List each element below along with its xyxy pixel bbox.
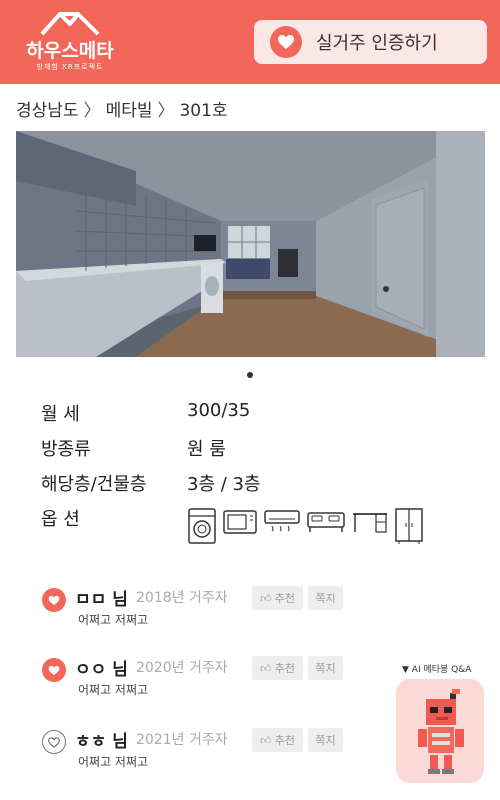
heart-icon[interactable] [42, 588, 66, 612]
message-button[interactable]: 쪽지 [308, 728, 343, 752]
heart-icon [270, 26, 302, 58]
wardrobe-icon [395, 508, 423, 544]
detail-value-rent: 300/35 [187, 400, 251, 421]
breadcrumb-separator: 〉 [83, 101, 101, 121]
recommend-button[interactable]: 👍︎ 추천 [252, 656, 303, 680]
thumbs-up-icon: 👍︎ [260, 661, 272, 675]
carousel-indicator-dot[interactable] [247, 372, 253, 378]
detail-key-floor: 해당층/건물층 [41, 474, 147, 495]
thumbs-up-icon: 👍︎ [260, 591, 272, 605]
microwave-icon [223, 510, 257, 534]
recommend-label: 추천 [274, 662, 295, 675]
logo-subtitle: 방체험 XR프로젝트 [36, 63, 104, 71]
desk-icon [353, 513, 387, 533]
roof-logo-icon [40, 12, 100, 36]
app-header: 하우스메타 방체험 XR프로젝트 실거주 인증하기 [0, 0, 500, 84]
option-icons [188, 508, 423, 544]
breadcrumb-region[interactable]: 경상남도 [16, 101, 79, 121]
review-text: 어쩌고 저쩌고 [78, 755, 149, 769]
message-button[interactable]: 쪽지 [308, 656, 343, 680]
review-item: ㅇㅇ 님 2020년 거주자 👍︎ 추천 쪽지 어쩌고 저쩌고 [42, 655, 362, 705]
review-text: 어쩌고 저쩌고 [78, 613, 149, 627]
robot-mascot-icon [418, 689, 464, 774]
reviewer-residence-year: 2020년 거주자 [136, 660, 228, 676]
thumbs-up-icon: 👍︎ [260, 733, 272, 747]
app-logo[interactable]: 하우스메타 방체험 XR프로젝트 [14, 10, 126, 74]
logo-title: 하우스메타 [26, 40, 114, 62]
review-text: 어쩌고 저쩌고 [78, 683, 149, 697]
breadcrumb-unit: 301호 [179, 101, 228, 121]
ai-helper-button[interactable] [396, 679, 484, 783]
recommend-label: 추천 [274, 734, 295, 747]
verify-residence-label: 실거주 인증하기 [316, 33, 438, 54]
reviewer-residence-year: 2018년 거주자 [136, 590, 228, 606]
detail-value-floor: 3층 / 3층 [187, 474, 261, 495]
room-image-carousel[interactable] [16, 131, 485, 357]
detail-key-rent: 월 세 [41, 404, 80, 425]
reviewer-name: ㅁㅁ 님 [75, 590, 128, 610]
ai-helper-label: ▼ AI 메타봉 Q&A [402, 665, 472, 675]
heart-icon[interactable] [42, 658, 66, 682]
review-item: ㅁㅁ 님 2018년 거주자 👍︎ 추천 쪽지 어쩌고 저쩌고 [42, 585, 362, 635]
recommend-button[interactable]: 👍︎ 추천 [252, 728, 303, 752]
room-3d-view [16, 131, 485, 357]
detail-key-room-type: 방종류 [41, 439, 91, 460]
reviewer-residence-year: 2021년 거주자 [136, 732, 228, 748]
message-button[interactable]: 쪽지 [308, 586, 343, 610]
air-conditioner-icon [264, 510, 300, 532]
reviewer-name: ㅎㅎ 님 [75, 732, 128, 752]
heart-outline-icon[interactable] [42, 730, 66, 754]
detail-value-room-type: 원 룸 [187, 439, 226, 460]
detail-key-options: 옵 션 [41, 509, 80, 530]
washing-machine-icon [188, 508, 216, 544]
breadcrumb: 경상남도 〉 메타빌 〉 301호 [16, 96, 228, 121]
breadcrumb-separator: 〉 [157, 101, 175, 121]
bed-icon [307, 512, 345, 532]
reviewer-name: ㅇㅇ 님 [75, 660, 128, 680]
recommend-button[interactable]: 👍︎ 추천 [252, 586, 303, 610]
recommend-label: 추천 [274, 592, 295, 605]
breadcrumb-building[interactable]: 메타빌 [106, 101, 153, 121]
review-item: ㅎㅎ 님 2021년 거주자 👍︎ 추천 쪽지 어쩌고 저쩌고 [42, 727, 362, 777]
verify-residence-button[interactable]: 실거주 인증하기 [254, 20, 487, 64]
